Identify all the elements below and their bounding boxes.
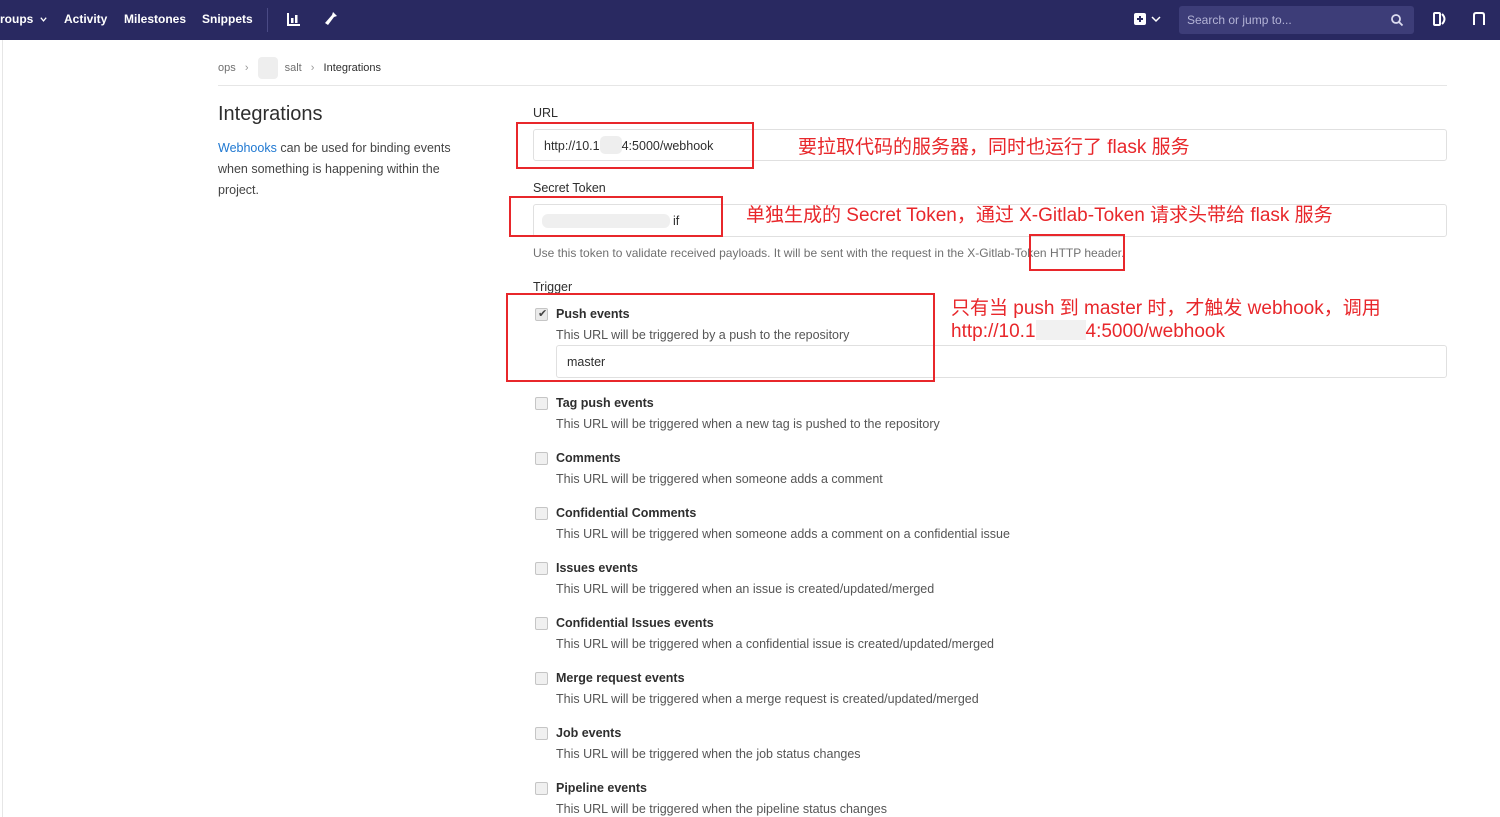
event-title[interactable]: Pipeline events: [556, 781, 647, 795]
chart-icon[interactable]: [285, 10, 303, 28]
breadcrumb-chevron-icon: ›: [244, 62, 249, 74]
event-description: This URL will be triggered when someone …: [556, 472, 883, 486]
nav-snippets[interactable]: Snippets: [202, 12, 253, 26]
event-description: This URL will be triggered when someone …: [556, 527, 1010, 541]
project-avatar: [257, 57, 278, 79]
trigger-label: Trigger: [533, 280, 573, 294]
top-navbar: roups Activity Milestones Snippets Searc…: [0, 0, 1500, 40]
breadcrumb: ops › salt › Integrations: [218, 57, 381, 79]
nav-divider: [267, 8, 268, 32]
nav-milestones[interactable]: Milestones: [124, 12, 186, 26]
section-description: Webhooks can be used for binding events …: [218, 138, 483, 201]
event-title[interactable]: Confidential Comments: [556, 506, 696, 520]
event-title[interactable]: Merge request events: [556, 671, 685, 685]
breadcrumb-chevron-icon: ›: [310, 62, 315, 74]
event-checkbox[interactable]: [535, 507, 548, 520]
breadcrumb-divider: [218, 85, 1447, 86]
event-checkbox[interactable]: [535, 617, 548, 630]
event-description: This URL will be triggered when the job …: [556, 747, 861, 761]
nav-activity[interactable]: Activity: [64, 12, 107, 26]
annotation-push-note-line2: http://10.1 4:5000/webhook: [951, 319, 1225, 343]
event-description: This URL will be triggered when a confid…: [556, 637, 994, 651]
nav-groups[interactable]: roups: [0, 12, 48, 26]
todo-icon[interactable]: [1431, 10, 1449, 28]
webhooks-link[interactable]: Webhooks: [218, 141, 277, 155]
event-checkbox[interactable]: [535, 672, 548, 685]
event-checkbox[interactable]: [535, 782, 548, 795]
redacted-ip-blur: [1035, 319, 1086, 340]
annotation-box-token: [509, 196, 723, 237]
event-checkbox[interactable]: [535, 727, 548, 740]
wrench-icon[interactable]: [322, 10, 340, 28]
chevron-down-icon: [40, 17, 47, 23]
annotation-box-url: [516, 122, 754, 169]
event-description: This URL will be triggered when a merge …: [556, 692, 979, 706]
event-title[interactable]: Comments: [556, 451, 621, 465]
search-box[interactable]: Search or jump to...: [1179, 6, 1414, 34]
sidebar-edge: [2, 40, 3, 817]
chevron-down-icon[interactable]: [1150, 10, 1162, 28]
event-checkbox[interactable]: [535, 452, 548, 465]
annotation-url-note: 要拉取代码的服务器，同时也运行了 flask 服务: [798, 137, 1190, 158]
search-icon[interactable]: [1390, 13, 1404, 27]
event-description: This URL will be triggered when the pipe…: [556, 802, 887, 816]
event-title[interactable]: Confidential Issues events: [556, 616, 714, 630]
annotation-token-note: 单独生成的 Secret Token，通过 X-Gitlab-Token 请求头…: [746, 205, 1333, 226]
breadcrumb-project[interactable]: salt: [285, 62, 302, 74]
annotation-box-push: [506, 293, 935, 382]
merge-request-icon[interactable]: [1470, 10, 1488, 28]
search-input[interactable]: Search or jump to...: [1187, 13, 1292, 27]
breadcrumb-group[interactable]: ops: [218, 62, 236, 74]
event-checkbox[interactable]: [535, 397, 548, 410]
annotation-url-suffix: 4:5000/webhook: [1085, 321, 1225, 342]
event-title[interactable]: Issues events: [556, 561, 638, 575]
annotation-push-note-line1: 只有当 push 到 master 时，才触发 webhook，调用: [951, 298, 1381, 319]
secret-token-label: Secret Token: [533, 181, 606, 195]
breadcrumb-current[interactable]: Integrations: [324, 62, 381, 74]
event-title[interactable]: Job events: [556, 726, 621, 740]
nav-groups-label: roups: [0, 12, 34, 26]
annotation-url-prefix: http://10.1: [951, 321, 1036, 342]
event-description: This URL will be triggered when a new ta…: [556, 417, 940, 431]
event-checkbox[interactable]: [535, 562, 548, 575]
url-label: URL: [533, 106, 559, 120]
page-title: Integrations: [218, 103, 323, 125]
event-title[interactable]: Tag push events: [556, 396, 654, 410]
plus-square-icon[interactable]: [1132, 10, 1150, 28]
annotation-box-header: [1029, 234, 1125, 271]
event-description: This URL will be triggered when an issue…: [556, 582, 935, 596]
